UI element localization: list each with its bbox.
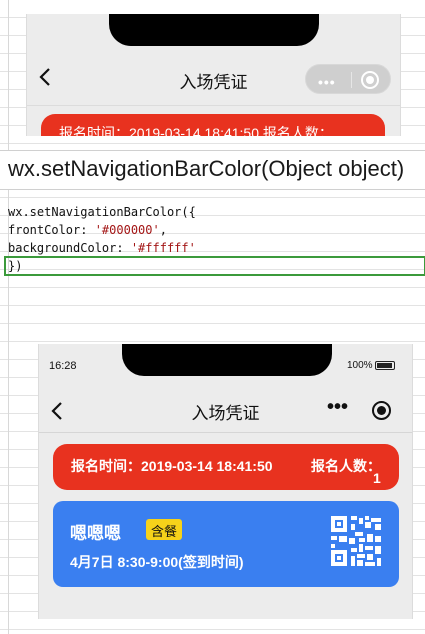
menu-capsule[interactable]: ••• — [305, 64, 391, 94]
spreadsheet-column-line — [8, 0, 9, 634]
code-block: wx.setNavigationBarColor({ frontColor: '… — [4, 203, 425, 276]
registration-count-value: 1 — [373, 470, 381, 486]
code-line-4-selected[interactable]: }) — [4, 256, 425, 276]
phone-notch — [122, 344, 332, 376]
registration-count-label: 报名人数： — [311, 458, 381, 474]
registration-banner: 报名时间：2019-03-14 18:41:50 报名人数： 1 — [53, 444, 399, 490]
bottom-phone-screenshot: 16:28 100% 入场凭证 ••• 报名时间：2019-03-14 18:4… — [38, 344, 413, 619]
navigation-bar: 入场凭证 ••• — [27, 60, 400, 98]
code-key: frontColor: — [8, 223, 95, 237]
more-dots-icon[interactable]: ••• — [327, 396, 348, 419]
doc-heading: wx.setNavigationBarColor(Object object) — [8, 156, 405, 181]
code-string: '#000000' — [94, 223, 160, 237]
more-dots-icon[interactable]: ••• — [318, 74, 336, 90]
target-icon[interactable] — [372, 401, 391, 420]
navigation-bar: 入场凭证 ••• — [39, 394, 412, 428]
code-line-2: frontColor: '#000000', — [8, 221, 425, 239]
nav-title: 入场凭证 — [191, 404, 260, 423]
target-icon[interactable] — [361, 71, 379, 89]
meal-tag-badge: 含餐 — [146, 519, 183, 540]
nav-divider — [39, 432, 412, 433]
nav-divider — [27, 105, 400, 106]
status-time: 16:28 — [49, 360, 77, 372]
registration-time: 报名时间：2019-03-14 18:41:50 — [71, 458, 273, 474]
battery-percent: 100% — [347, 360, 373, 371]
top-phone-screenshot: 入场凭证 ••• 报名时间：2019-03-14 18:41:50 报名人数： — [26, 14, 401, 136]
code-line-1: wx.setNavigationBarColor({ — [8, 205, 196, 219]
checkin-time: 4月7日 8:30-9:00(签到时间) — [70, 554, 244, 570]
ticket-card[interactable]: 嗯嗯嗯 含餐 4月7日 8:30-9:00(签到时间) — [53, 501, 399, 587]
doc-heading-row: wx.setNavigationBarColor(Object object) — [0, 150, 425, 190]
code-line-3: backgroundColor: '#ffffff' — [8, 239, 425, 257]
code-string: '#ffffff' — [130, 241, 196, 255]
attendee-name: 嗯嗯嗯 — [70, 524, 121, 543]
phone-notch — [109, 14, 319, 46]
qr-code-icon[interactable] — [331, 516, 381, 566]
battery-icon — [375, 361, 395, 370]
code-punct: , — [159, 223, 167, 237]
registration-banner: 报名时间：2019-03-14 18:41:50 报名人数： — [41, 114, 385, 136]
capsule-separator — [351, 72, 352, 88]
code-key: backgroundColor: — [8, 241, 131, 255]
